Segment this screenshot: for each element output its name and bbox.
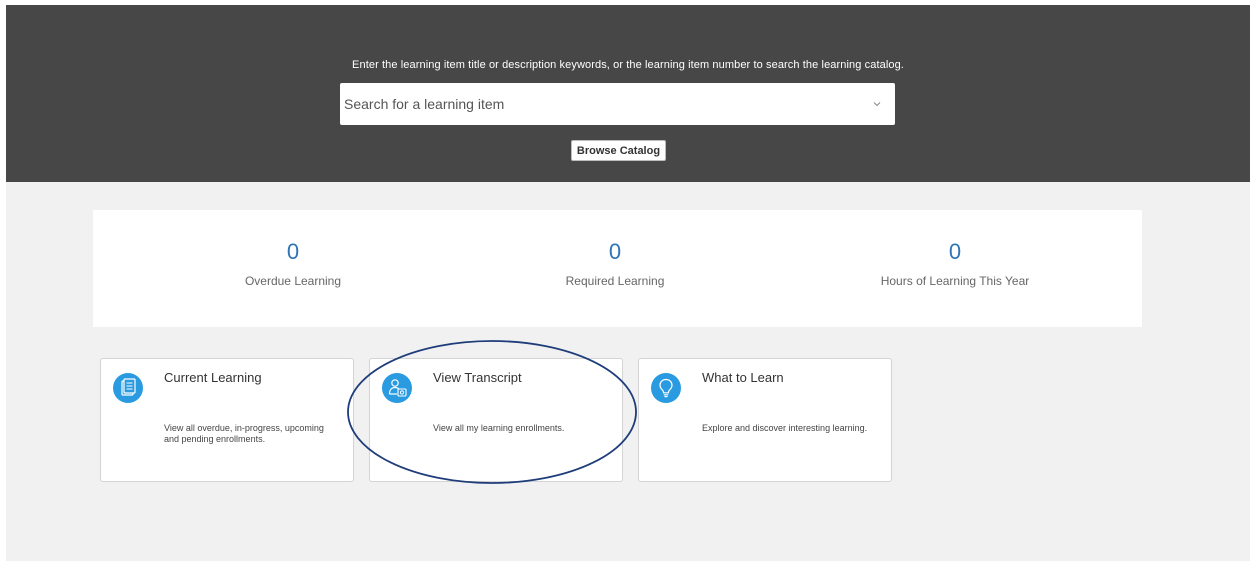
- stat-value: 0: [608, 239, 622, 264]
- search-banner: Enter the learning item title or descrip…: [6, 5, 1250, 182]
- stat-value: 0: [286, 239, 300, 264]
- user-transcript-icon: [382, 373, 412, 403]
- card-description: View all overdue, in-progress, upcoming …: [164, 423, 324, 444]
- stat-hours-this-year[interactable]: 0 Hours of Learning This Year: [805, 239, 1105, 289]
- stat-label: Required Learning: [565, 274, 665, 288]
- search-combobox[interactable]: [340, 83, 895, 125]
- stat-overdue-learning[interactable]: 0 Overdue Learning: [143, 239, 443, 289]
- card-title: View Transcript: [433, 370, 522, 385]
- lightbulb-icon: [651, 373, 681, 403]
- search-input[interactable]: [344, 83, 854, 125]
- search-instructions: Enter the learning item title or descrip…: [352, 59, 904, 71]
- learning-home-page: Enter the learning item title or descrip…: [6, 5, 1250, 561]
- card-view-transcript[interactable]: View Transcript View all my learning enr…: [369, 358, 623, 482]
- chevron-down-icon[interactable]: [871, 98, 883, 110]
- card-title: What to Learn: [702, 370, 784, 385]
- stat-label: Hours of Learning This Year: [880, 274, 1030, 288]
- stat-required-learning[interactable]: 0 Required Learning: [465, 239, 765, 289]
- card-description: View all my learning enrollments.: [433, 423, 565, 433]
- card-current-learning[interactable]: Current Learning View all overdue, in-pr…: [100, 358, 354, 482]
- card-description: Explore and discover interesting learnin…: [702, 423, 868, 433]
- document-list-icon: [113, 373, 143, 403]
- card-title: Current Learning: [164, 370, 262, 385]
- stat-value: 0: [948, 239, 962, 264]
- card-what-to-learn[interactable]: What to Learn Explore and discover inter…: [638, 358, 892, 482]
- browse-catalog-button[interactable]: Browse Catalog: [571, 140, 666, 161]
- stat-label: Overdue Learning: [244, 274, 342, 288]
- learning-stats-panel: 0 Overdue Learning 0 Required Learning 0…: [93, 210, 1142, 327]
